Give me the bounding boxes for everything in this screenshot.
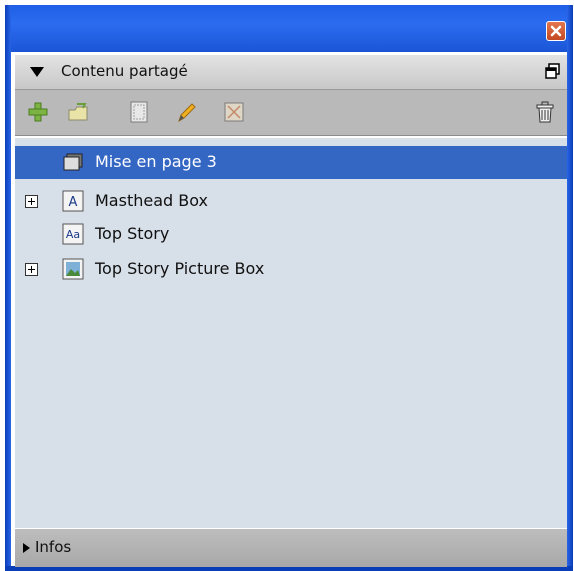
triangle-right-icon[interactable] (22, 542, 31, 554)
expand-plus-icon[interactable] (25, 263, 38, 276)
close-button[interactable] (546, 21, 566, 41)
window-titlebar[interactable] (5, 5, 573, 52)
shared-content-list[interactable]: Mise en page 3 A Masthead Box Aa Top Sto… (15, 136, 567, 529)
panel-title: Contenu partagé (61, 62, 188, 80)
window-frame-right (567, 5, 573, 570)
picture-box-icon[interactable] (223, 101, 245, 123)
tree-item-label: Top Story (95, 224, 170, 243)
infos-panel-header[interactable]: Infos (15, 528, 567, 567)
expand-plus-icon[interactable] (25, 195, 38, 208)
panel-header[interactable]: Contenu partagé (15, 55, 567, 90)
pencil-icon[interactable] (175, 101, 197, 123)
tree-item-top-story[interactable]: Aa Top Story (15, 218, 567, 251)
infos-label: Infos (35, 538, 72, 556)
tree-item-top-story-picture-box[interactable]: Top Story Picture Box (15, 253, 567, 286)
triangle-down-icon[interactable] (29, 66, 45, 78)
tree-item-label: Masthead Box (95, 191, 208, 210)
trash-icon[interactable] (534, 101, 556, 123)
svg-text:A: A (69, 195, 78, 210)
close-icon (550, 25, 562, 37)
text-a-icon: A (62, 190, 84, 212)
svg-text:Aa: Aa (66, 228, 80, 241)
tree-item-mise-en-page-3[interactable]: Mise en page 3 (15, 146, 567, 179)
shared-content-window: Contenu partagé Mise en page 3 A Masthea… (5, 5, 573, 571)
text-aa-icon: Aa (62, 223, 84, 245)
float-window-icon[interactable] (545, 63, 561, 79)
tree-item-label: Top Story Picture Box (95, 259, 265, 278)
folder-icon[interactable] (67, 101, 89, 123)
toolbar (15, 90, 567, 136)
layout-icon (63, 153, 83, 171)
tree-item-masthead-box[interactable]: A Masthead Box (15, 185, 567, 218)
picture-icon (62, 258, 84, 280)
tree-item-label: Mise en page 3 (95, 152, 217, 171)
window-frame-left (5, 5, 11, 570)
add-icon[interactable] (27, 101, 49, 123)
text-box-icon[interactable] (128, 101, 150, 123)
